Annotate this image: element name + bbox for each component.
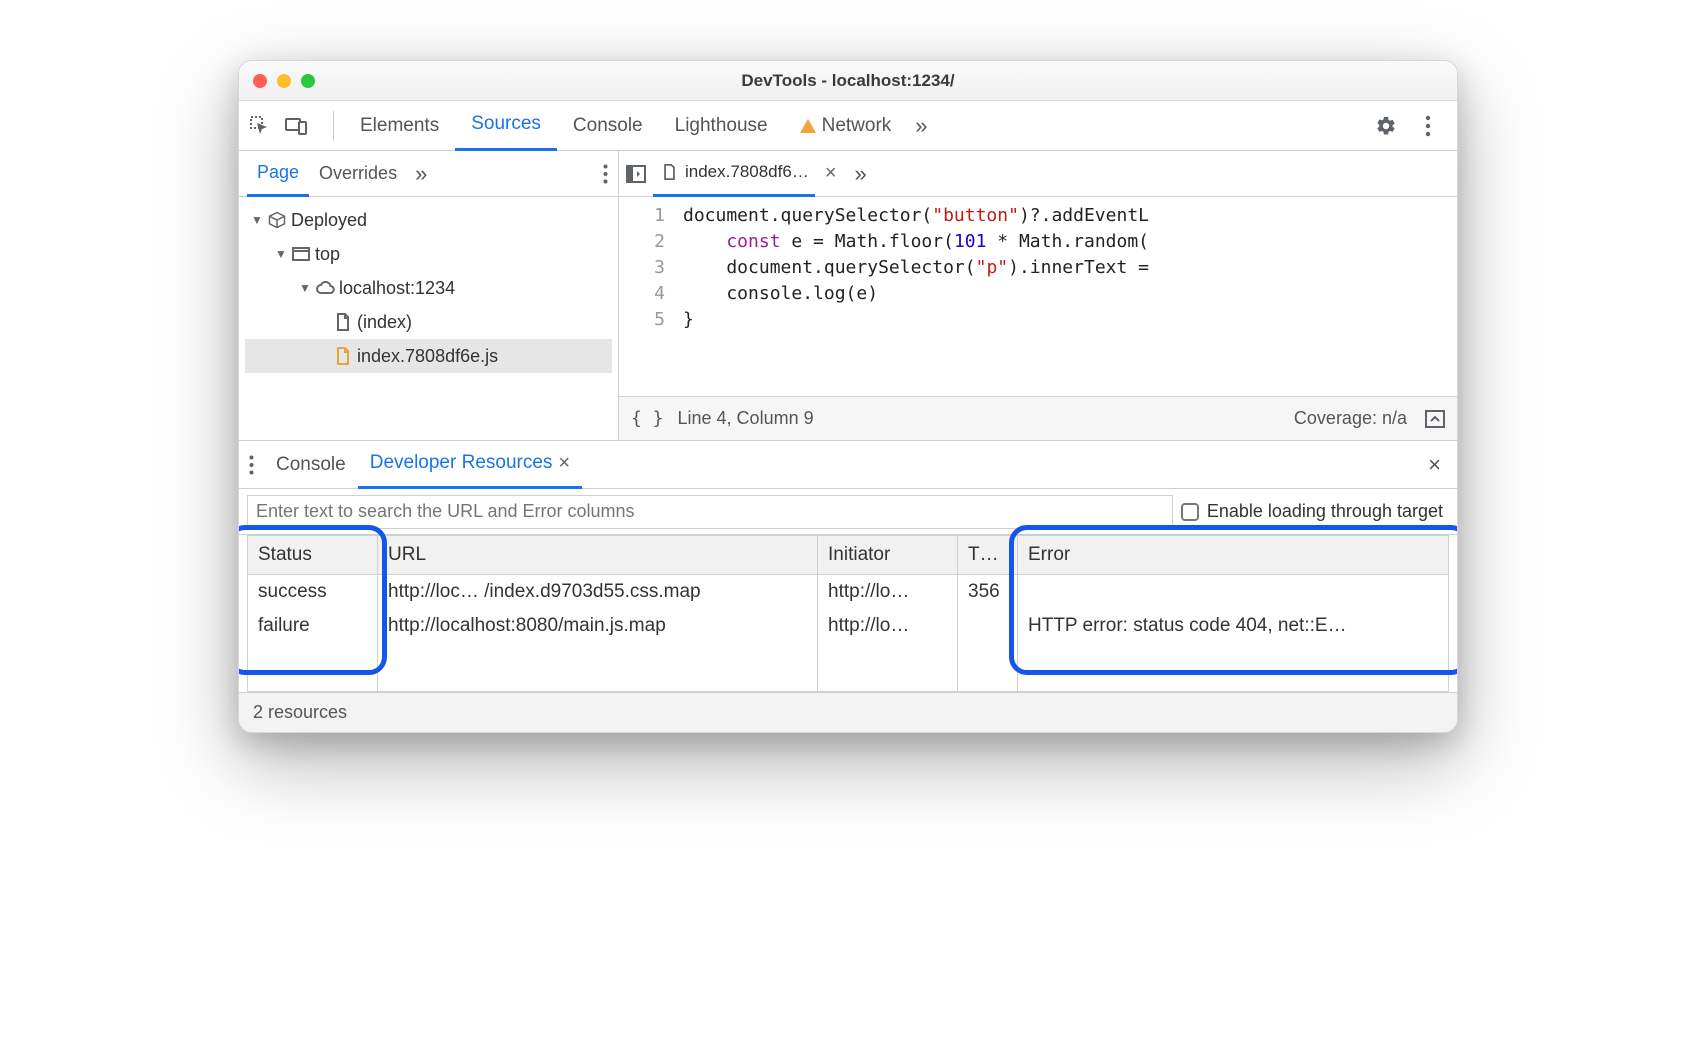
navigator-pane: Page Overrides » ▼ Deployed ▼ <box>239 151 619 440</box>
col-t[interactable]: T… <box>958 536 1018 575</box>
navigator-tab-page[interactable]: Page <box>247 151 309 197</box>
navigator-more-icon[interactable]: » <box>407 161 435 187</box>
enable-loading-checkbox[interactable]: Enable loading through target <box>1181 501 1457 522</box>
drawer-kebab-icon[interactable] <box>249 455 264 475</box>
resources-table: Status URL Initiator T… Error success ht… <box>247 535 1449 692</box>
navigator-tabs: Page Overrides » <box>239 151 618 197</box>
file-tree: ▼ Deployed ▼ top ▼ <box>239 197 618 379</box>
device-toolbar-icon[interactable] <box>285 115 307 137</box>
frame-icon <box>291 244 311 264</box>
sources-panel: Page Overrides » ▼ Deployed ▼ <box>239 151 1457 441</box>
inspect-element-icon[interactable] <box>249 115 271 137</box>
col-status[interactable]: Status <box>248 536 378 575</box>
drawer-tabstrip: Console Developer Resources × × <box>239 441 1457 489</box>
editor-pane: index.7808df6… × » 1 2 3 4 5 document.qu… <box>619 151 1457 440</box>
document-icon <box>659 162 679 182</box>
close-drawer-tab-icon[interactable]: × <box>558 452 570 475</box>
editor-tabstrip: index.7808df6… × » <box>619 151 1457 197</box>
table-row[interactable]: success http://loc… /index.d9703d55.css.… <box>248 575 1449 610</box>
close-drawer-icon[interactable]: × <box>1422 452 1447 478</box>
filter-input[interactable] <box>247 495 1173 529</box>
col-initiator[interactable]: Initiator <box>818 536 958 575</box>
navigator-tab-overrides[interactable]: Overrides <box>309 151 407 197</box>
tree-label: index.7808df6e.js <box>357 346 498 367</box>
editor-tab[interactable]: index.7808df6… <box>653 151 815 197</box>
code-content: document.querySelector("button")?.addEve… <box>679 197 1457 396</box>
cloud-icon <box>315 278 335 298</box>
tree-label: top <box>315 244 340 265</box>
col-error[interactable]: Error <box>1018 536 1449 575</box>
drawer-tab-console[interactable]: Console <box>264 441 358 489</box>
window-title: DevTools - localhost:1234/ <box>239 71 1457 91</box>
navigator-kebab-icon[interactable] <box>597 164 614 184</box>
table-header-row: Status URL Initiator T… Error <box>248 536 1449 575</box>
drawer: Console Developer Resources × × Enable l… <box>239 441 1457 732</box>
code-editor[interactable]: 1 2 3 4 5 document.querySelector("button… <box>619 197 1457 396</box>
expand-drawer-icon[interactable] <box>1425 410 1445 428</box>
coverage-status: Coverage: n/a <box>1294 408 1407 429</box>
tab-console[interactable]: Console <box>557 101 659 151</box>
tree-node-deployed[interactable]: ▼ Deployed <box>245 203 612 237</box>
drawer-tab-devresources[interactable]: Developer Resources × <box>358 441 582 489</box>
disclosure-triangle-icon: ▼ <box>299 281 311 295</box>
tree-node-top[interactable]: ▼ top <box>245 237 612 271</box>
drawer-footer: 2 resources <box>239 692 1457 732</box>
tab-elements[interactable]: Elements <box>344 101 455 151</box>
cursor-position: Line 4, Column 9 <box>678 408 814 429</box>
cube-icon <box>267 210 287 230</box>
pretty-print-icon[interactable]: { } <box>631 408 664 429</box>
kebab-menu-icon[interactable] <box>1417 115 1439 137</box>
checkbox-icon <box>1181 503 1199 521</box>
tree-label: localhost:1234 <box>339 278 455 299</box>
resource-count: 2 resources <box>253 702 347 723</box>
table-row-empty <box>248 643 1449 691</box>
divider <box>333 111 334 141</box>
table-row[interactable]: failure http://localhost:8080/main.js.ma… <box>248 609 1449 643</box>
resources-table-wrap: Status URL Initiator T… Error success ht… <box>239 535 1457 692</box>
editor-more-tabs-icon[interactable]: » <box>847 161 875 187</box>
checkbox-label: Enable loading through target <box>1207 501 1443 522</box>
document-icon <box>333 312 353 332</box>
tab-lighthouse[interactable]: Lighthouse <box>659 101 784 151</box>
line-gutter: 1 2 3 4 5 <box>619 197 679 396</box>
col-url[interactable]: URL <box>378 536 818 575</box>
js-file-icon <box>333 346 353 366</box>
toggle-navigator-icon[interactable] <box>625 163 647 185</box>
close-tab-icon[interactable]: × <box>821 162 841 185</box>
more-tabs-icon[interactable]: » <box>907 113 935 139</box>
main-tabstrip: Elements Sources Console Lighthouse Netw… <box>239 101 1457 151</box>
tab-network[interactable]: Network <box>784 101 908 151</box>
disclosure-triangle-icon: ▼ <box>275 247 287 261</box>
editor-tab-label: index.7808df6… <box>685 162 809 182</box>
filter-row: Enable loading through target <box>239 489 1457 535</box>
tree-label: Deployed <box>291 210 367 231</box>
settings-gear-icon[interactable] <box>1375 115 1397 137</box>
tree-node-index[interactable]: (index) <box>245 305 612 339</box>
tree-node-host[interactable]: ▼ localhost:1234 <box>245 271 612 305</box>
tree-label: (index) <box>357 312 412 333</box>
devtools-window: DevTools - localhost:1234/ Elements Sour… <box>238 60 1458 733</box>
tree-node-file[interactable]: index.7808df6e.js <box>245 339 612 373</box>
disclosure-triangle-icon: ▼ <box>251 213 263 227</box>
tab-sources[interactable]: Sources <box>455 101 557 151</box>
titlebar: DevTools - localhost:1234/ <box>239 61 1457 101</box>
editor-statusbar: { } Line 4, Column 9 Coverage: n/a <box>619 396 1457 440</box>
